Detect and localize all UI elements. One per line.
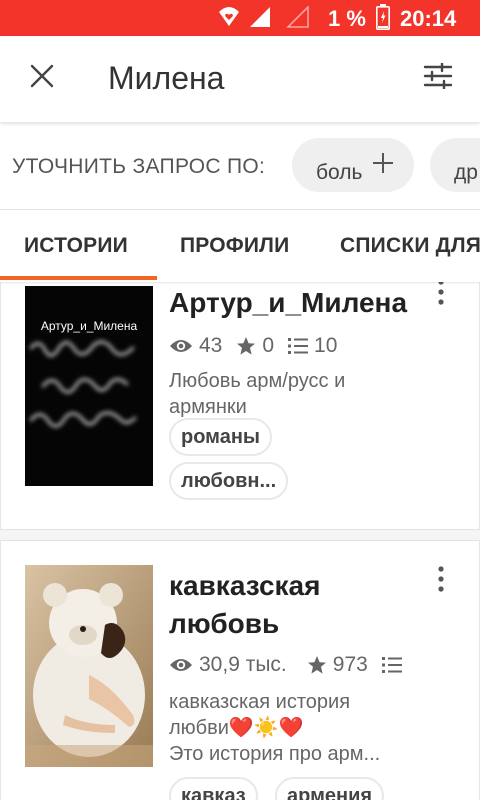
- more-options-button[interactable]: [427, 561, 455, 601]
- story-tag[interactable]: кавказ: [169, 777, 258, 800]
- close-icon: [30, 64, 54, 93]
- story-description: Любовь арм/русс и армянки: [169, 370, 346, 418]
- story-cover[interactable]: Артур_и_Милена: [25, 286, 153, 486]
- star-icon: [236, 336, 256, 356]
- story-title[interactable]: Артур_и_Милена: [169, 284, 407, 322]
- plus-icon: [372, 151, 394, 179]
- star-icon: [307, 655, 327, 675]
- views-count: 43: [199, 334, 223, 357]
- story-description-line1: кавказская история: [169, 691, 351, 713]
- parts-count: 10: [314, 334, 338, 357]
- tab-bar: ИСТОРИИ ПРОФИЛИ СПИСКИ ДЛЯ: [0, 210, 480, 282]
- story-tag[interactable]: романы: [169, 418, 272, 456]
- vpn-heart-icon: [216, 6, 242, 33]
- no-signal-icon: [286, 5, 310, 33]
- active-tab-indicator: [0, 276, 157, 280]
- close-button[interactable]: [22, 58, 62, 98]
- refine-row: УТОЧНИТЬ ЗАПРОС ПО: боль др: [0, 122, 480, 210]
- more-vertical-icon: [438, 282, 444, 310]
- refine-chip[interactable]: др: [430, 138, 480, 192]
- tab-stories[interactable]: ИСТОРИИ: [24, 234, 128, 258]
- chip-label: др: [454, 161, 478, 184]
- story-description-line3: Это история про арм...: [169, 743, 381, 765]
- story-tag[interactable]: любовн...: [169, 462, 289, 500]
- battery-charging-icon: [376, 4, 390, 35]
- cover-caption: Артур_и_Милена: [40, 319, 138, 333]
- list-icon: [381, 656, 402, 674]
- filter-button[interactable]: [416, 56, 460, 100]
- search-top-bar: Милена: [0, 36, 480, 122]
- eye-icon: [169, 657, 193, 673]
- filter-sliders-icon: [423, 61, 453, 94]
- votes-count: 0: [262, 334, 275, 357]
- list-icon: [288, 337, 309, 355]
- more-options-button[interactable]: [427, 282, 455, 314]
- signal-icon: [248, 6, 272, 33]
- story-description-line2: любви❤️☀️❤️: [169, 717, 304, 739]
- results-list[interactable]: Артур_и_Милена Артур_и_Милена 43 0 10 Лю…: [0, 282, 480, 800]
- story-title-line2[interactable]: любовь: [169, 605, 279, 643]
- status-bar: 1 % 20:14: [0, 0, 480, 36]
- views-count: 30,9 тыс.: [199, 653, 287, 676]
- eye-icon: [169, 338, 193, 354]
- chip-label: боль: [316, 161, 363, 184]
- story-tag[interactable]: армения: [275, 777, 385, 800]
- story-stats: 30,9 тыс. 973: [169, 653, 422, 677]
- card-divider: [0, 530, 480, 540]
- story-cover[interactable]: [25, 565, 153, 767]
- story-card[interactable]: Артур_и_Милена Артур_и_Милена 43 0 10 Лю…: [0, 282, 480, 530]
- battery-percent: 1 %: [328, 6, 366, 31]
- search-query[interactable]: Милена: [108, 60, 224, 97]
- story-title-line1[interactable]: кавказская: [169, 567, 320, 605]
- tab-profiles[interactable]: ПРОФИЛИ: [180, 234, 289, 258]
- clock: 20:14: [400, 6, 457, 31]
- more-vertical-icon: [438, 565, 444, 597]
- tab-reading-lists[interactable]: СПИСКИ ДЛЯ: [340, 234, 480, 258]
- refine-label: УТОЧНИТЬ ЗАПРОС ПО:: [12, 155, 266, 178]
- story-card[interactable]: кавказская любовь 30,9 тыс. 973 кавказск…: [0, 540, 480, 800]
- votes-count: 973: [332, 653, 368, 676]
- story-stats: 43 0 10: [169, 334, 351, 358]
- refine-chip[interactable]: боль: [292, 138, 415, 192]
